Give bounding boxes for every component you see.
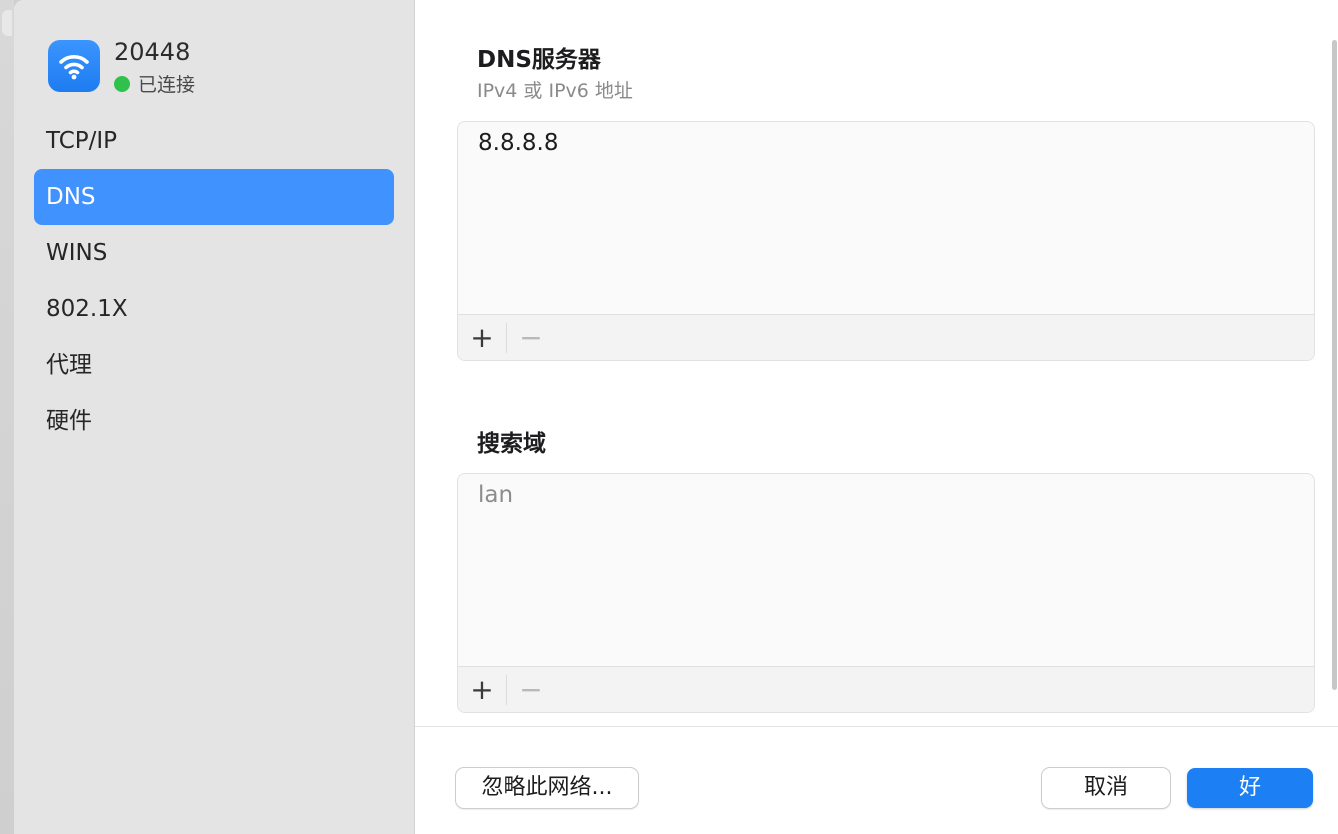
add-search-domain-button[interactable]: +: [458, 667, 506, 712]
sidebar-item-8021x[interactable]: 802.1X: [34, 281, 394, 337]
dns-settings-pane: DNS服务器 IPv4 或 IPv6 地址 8.8.8.8 + − 搜索域 la…: [415, 0, 1338, 726]
search-domain-entry[interactable]: lan: [478, 482, 513, 508]
sidebar-list: TCP/IP DNS WINS 802.1X 代理 硬件: [34, 113, 394, 449]
forget-network-button[interactable]: 忽略此网络...: [456, 768, 638, 808]
scrollbar[interactable]: [1330, 0, 1338, 700]
sidebar-item-wins[interactable]: WINS: [34, 225, 394, 281]
sheet-footer: 忽略此网络... 取消 好: [415, 726, 1338, 834]
search-domains-title: 搜索域: [477, 431, 546, 457]
dns-servers-list[interactable]: 8.8.8.8 + −: [457, 121, 1315, 361]
network-details-sheet: 20448 已连接 TCP/IP DNS WINS 802.1X 代理 硬件 D…: [14, 0, 1338, 834]
sidebar-item-tcpip[interactable]: TCP/IP: [34, 113, 394, 169]
scrollbar-thumb[interactable]: [1332, 40, 1337, 690]
connection-status-label: 已连接: [138, 74, 196, 96]
sidebar-item-proxy[interactable]: 代理: [34, 337, 394, 393]
add-dns-server-button[interactable]: +: [458, 315, 506, 360]
status-dot-icon: [114, 75, 130, 92]
ok-button[interactable]: 好: [1187, 768, 1313, 808]
dns-servers-title: DNS服务器: [477, 47, 601, 73]
network-name: 20448: [114, 38, 191, 66]
search-domains-list[interactable]: lan + −: [457, 473, 1315, 713]
remove-search-domain-button[interactable]: −: [507, 667, 555, 712]
sidebar: 20448 已连接 TCP/IP DNS WINS 802.1X 代理 硬件: [14, 0, 415, 834]
background-window-edge: [0, 0, 14, 834]
sidebar-item-hardware[interactable]: 硬件: [34, 393, 394, 449]
wifi-icon: [48, 40, 100, 92]
connection-status: 已连接: [114, 70, 195, 97]
dns-servers-toolbar: + −: [458, 314, 1314, 360]
dns-servers-subtitle: IPv4 或 IPv6 地址: [477, 80, 633, 102]
sidebar-item-dns[interactable]: DNS: [34, 169, 394, 225]
background-window-corner: [2, 10, 12, 36]
cancel-button[interactable]: 取消: [1042, 768, 1170, 808]
remove-dns-server-button[interactable]: −: [507, 315, 555, 360]
dns-server-entry[interactable]: 8.8.8.8: [478, 130, 558, 156]
search-domains-toolbar: + −: [458, 666, 1314, 712]
